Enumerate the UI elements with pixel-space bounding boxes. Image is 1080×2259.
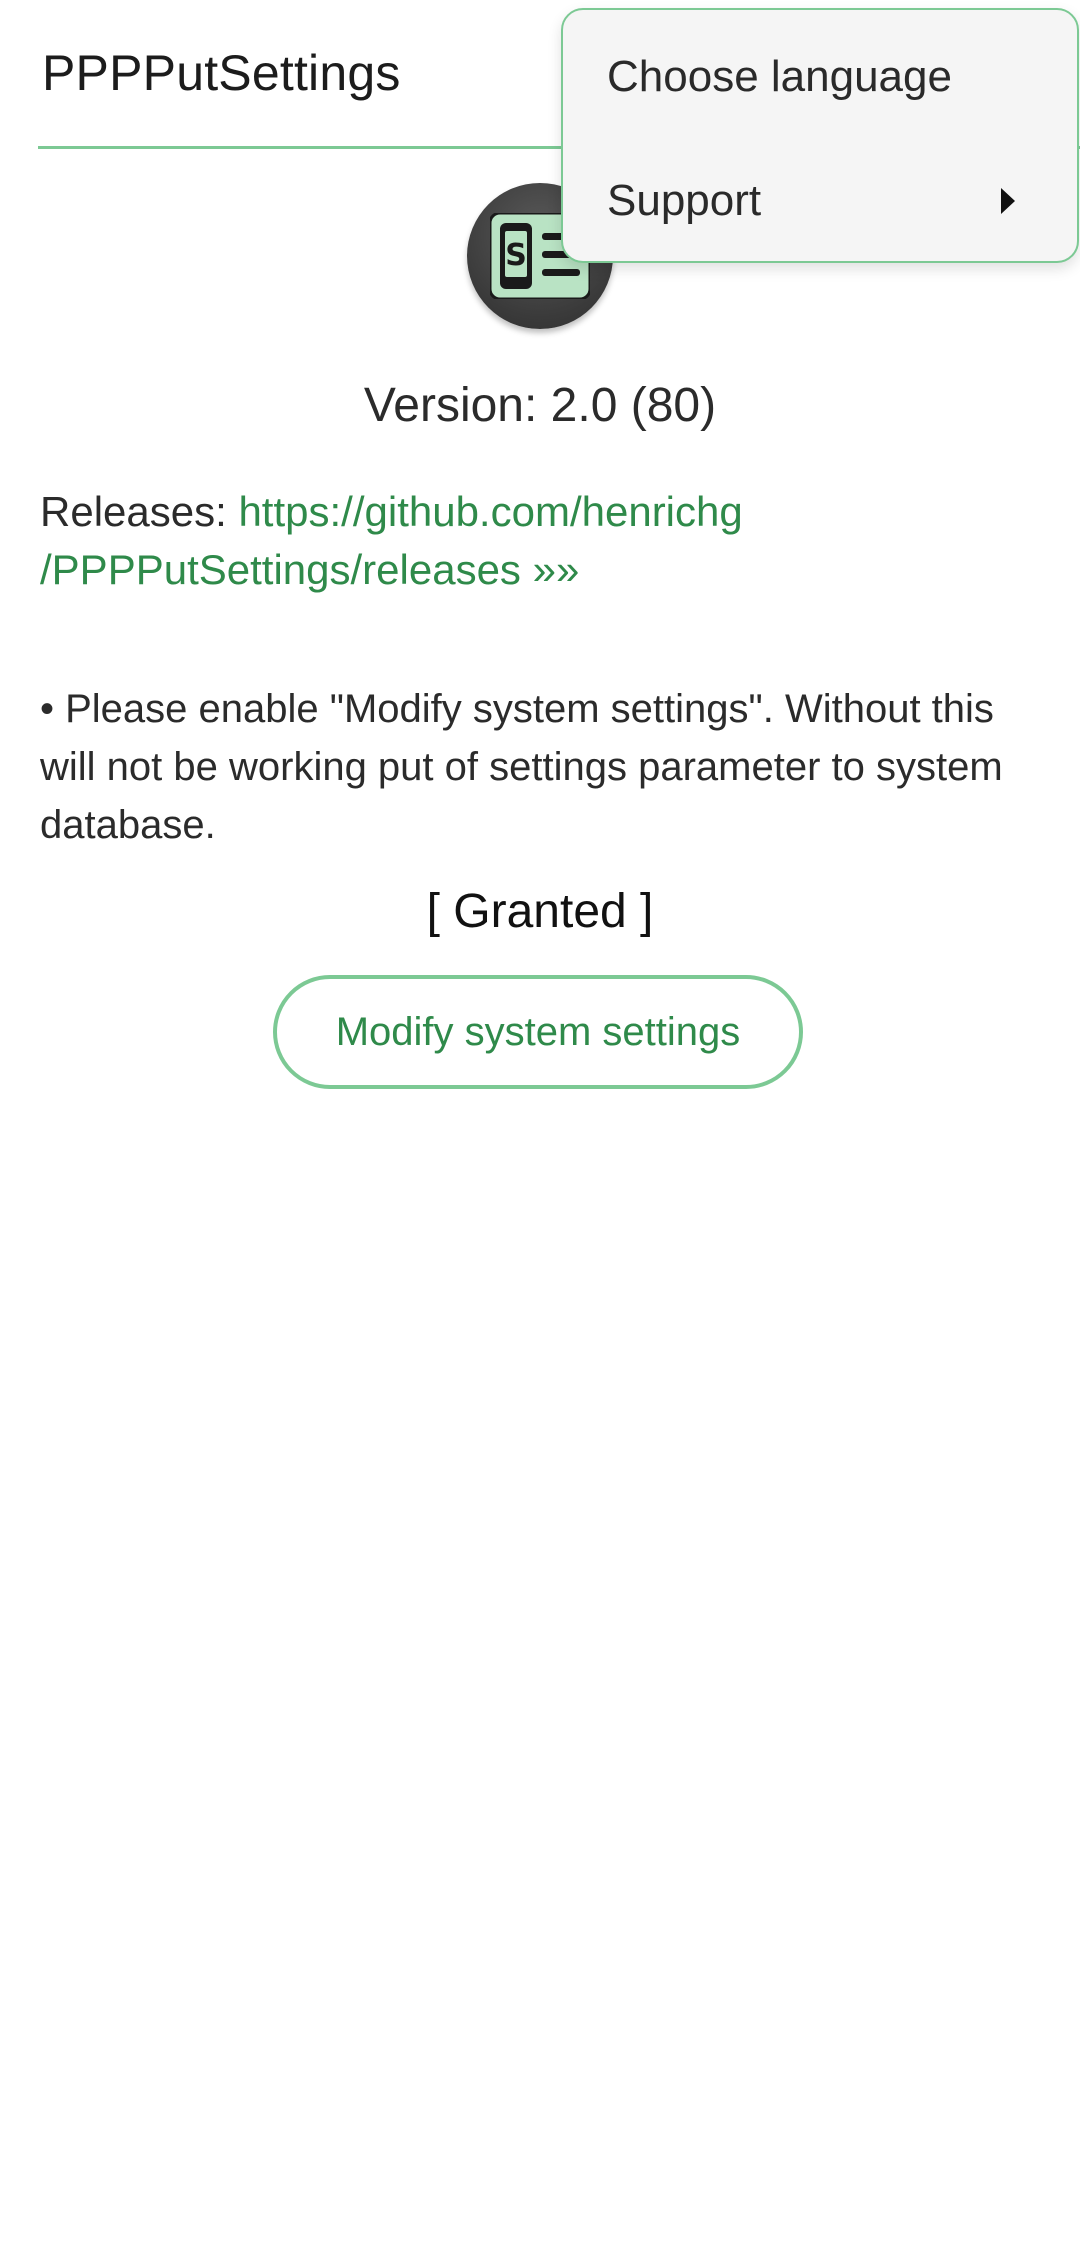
app-title: PPPPutSettings	[42, 45, 401, 101]
releases-label: Releases:	[40, 488, 239, 535]
menu-item-label: Choose language	[607, 52, 952, 101]
permission-status: [ Granted ]	[426, 885, 654, 938]
menu-item-choose-language[interactable]: Choose language	[563, 16, 1077, 138]
releases-row: Releases: https://github.com/henrichg /P…	[40, 483, 800, 599]
overflow-menu: Choose language Support	[561, 8, 1079, 263]
menu-item-label: Support	[607, 176, 762, 225]
version-text: Version: 2.0 (80)	[363, 379, 717, 432]
svg-text:S: S	[505, 238, 527, 273]
modify-system-settings-button[interactable]: Modify system settings	[273, 975, 803, 1089]
menu-item-support[interactable]: Support	[563, 140, 1077, 262]
submenu-arrow-icon	[1001, 188, 1015, 214]
permission-description: • Please enable "Modify system settings"…	[40, 687, 1003, 847]
